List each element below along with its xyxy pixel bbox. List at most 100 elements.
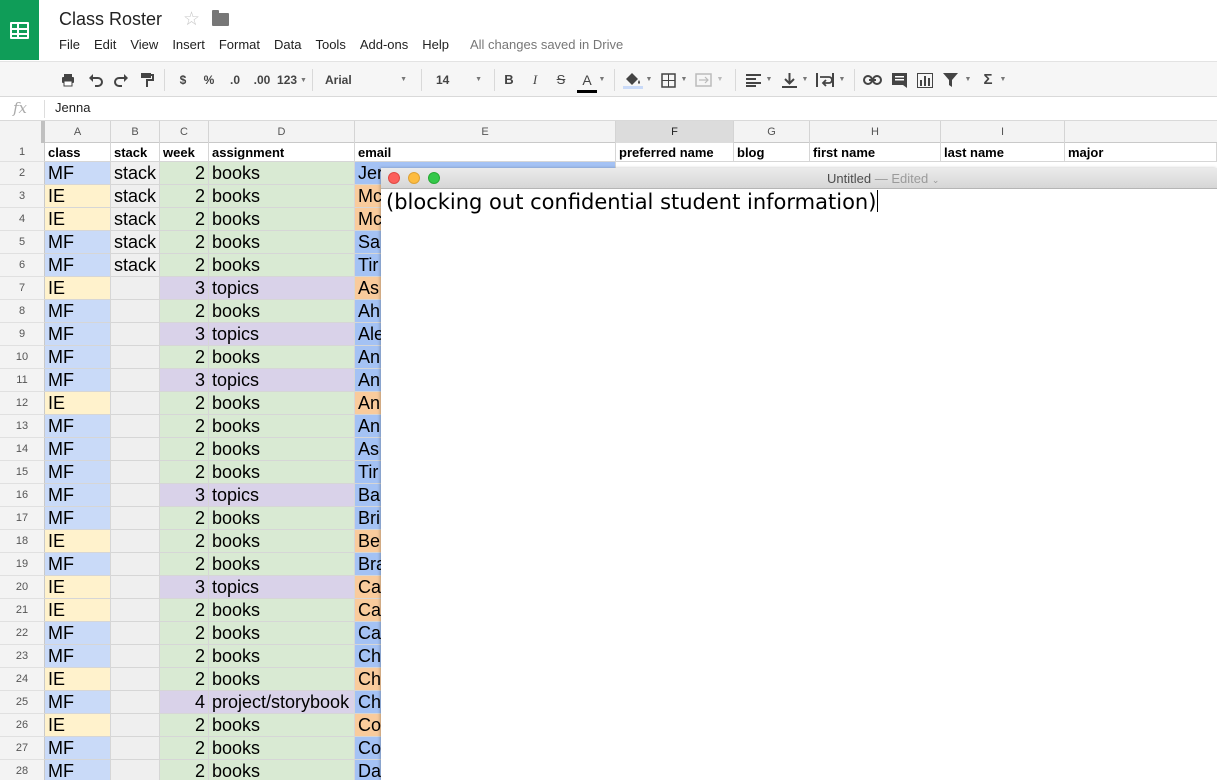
cell-assignment[interactable]: books xyxy=(209,392,355,415)
cell-class[interactable]: IE xyxy=(45,185,111,208)
row-header[interactable]: 6 xyxy=(0,254,45,277)
cell-stack[interactable] xyxy=(111,438,160,461)
row-header[interactable]: 28 xyxy=(0,760,45,780)
row-header[interactable]: 24 xyxy=(0,668,45,691)
header-cell[interactable]: week xyxy=(160,143,209,162)
cell-assignment[interactable]: books xyxy=(209,530,355,553)
cell-week[interactable]: 2 xyxy=(160,162,209,185)
textedit-titlebar[interactable]: Untitled — Edited ⌄ xyxy=(381,168,1217,189)
column-header-e[interactable]: E xyxy=(355,121,616,143)
chevron-down-icon[interactable]: ▼ xyxy=(765,70,773,90)
cell-class[interactable]: MF xyxy=(45,760,111,780)
menu-insert[interactable]: Insert xyxy=(165,37,212,52)
cell-class[interactable]: MF xyxy=(45,691,111,714)
document-title[interactable]: Class Roster xyxy=(59,9,162,30)
cell-assignment[interactable]: books xyxy=(209,553,355,576)
cell-assignment[interactable]: books xyxy=(209,599,355,622)
cell-assignment[interactable]: books xyxy=(209,668,355,691)
column-header-b[interactable]: B xyxy=(111,121,160,143)
cell-stack[interactable] xyxy=(111,300,160,323)
row-header[interactable]: 7 xyxy=(0,277,45,300)
cell-class[interactable]: MF xyxy=(45,484,111,507)
cell-assignment[interactable]: topics xyxy=(209,484,355,507)
cell-class[interactable]: MF xyxy=(45,254,111,277)
functions-button[interactable]: Σ xyxy=(980,70,996,90)
select-all-corner[interactable] xyxy=(0,121,45,143)
cell-assignment[interactable]: topics xyxy=(209,576,355,599)
cell-stack[interactable] xyxy=(111,622,160,645)
row-header[interactable]: 22 xyxy=(0,622,45,645)
insert-chart-icon[interactable] xyxy=(917,73,933,88)
cell-stack[interactable] xyxy=(111,668,160,691)
filter-icon[interactable] xyxy=(943,73,958,87)
cell-week[interactable]: 3 xyxy=(160,369,209,392)
header-cell[interactable]: blog xyxy=(734,143,810,162)
textedit-document[interactable]: (blocking out confidential student infor… xyxy=(386,190,879,214)
cell-week[interactable]: 2 xyxy=(160,461,209,484)
zoom-window-button[interactable] xyxy=(428,172,440,184)
chevron-down-icon[interactable]: ▼ xyxy=(999,70,1007,90)
cell-class[interactable]: MF xyxy=(45,622,111,645)
cell-stack[interactable] xyxy=(111,530,160,553)
cell-week[interactable]: 3 xyxy=(160,323,209,346)
cell-week[interactable]: 2 xyxy=(160,668,209,691)
borders-icon[interactable] xyxy=(661,73,676,88)
font-family-select[interactable]: Arial ▼ xyxy=(319,70,413,90)
cell-class[interactable]: IE xyxy=(45,392,111,415)
menu-data[interactable]: Data xyxy=(267,37,308,52)
chevron-down-icon[interactable]: ▼ xyxy=(680,70,688,90)
cell-stack[interactable] xyxy=(111,645,160,668)
chevron-down-icon[interactable]: ▼ xyxy=(716,70,724,90)
cell-assignment[interactable]: books xyxy=(209,162,355,185)
cell-assignment[interactable]: books xyxy=(209,254,355,277)
cell-class[interactable]: IE xyxy=(45,277,111,300)
chevron-down-icon[interactable]: ⌄ xyxy=(932,175,940,185)
cell-class[interactable]: IE xyxy=(45,668,111,691)
row-header[interactable]: 2 xyxy=(0,162,45,185)
cell-class[interactable]: IE xyxy=(45,576,111,599)
cell-assignment[interactable]: books xyxy=(209,415,355,438)
row-header[interactable]: 1 xyxy=(0,143,45,162)
cell-week[interactable]: 2 xyxy=(160,231,209,254)
cell-class[interactable]: MF xyxy=(45,438,111,461)
row-header[interactable]: 12 xyxy=(0,392,45,415)
cell-week[interactable]: 3 xyxy=(160,277,209,300)
more-formats-dropdown[interactable]: 123 ▼ xyxy=(277,70,307,90)
star-icon[interactable]: ☆ xyxy=(183,8,200,31)
column-header-i[interactable]: I xyxy=(941,121,1065,143)
cell-class[interactable]: MF xyxy=(45,507,111,530)
row-header[interactable]: 19 xyxy=(0,553,45,576)
menu-addons[interactable]: Add-ons xyxy=(353,37,415,52)
cell-stack[interactable]: stack xyxy=(111,208,160,231)
column-header-d[interactable]: D xyxy=(209,121,355,143)
cell-week[interactable]: 2 xyxy=(160,185,209,208)
cell-stack[interactable] xyxy=(111,507,160,530)
cell-class[interactable]: IE xyxy=(45,530,111,553)
close-window-button[interactable] xyxy=(388,172,400,184)
row-header[interactable]: 20 xyxy=(0,576,45,599)
cell-stack[interactable] xyxy=(111,576,160,599)
header-cell[interactable]: stack xyxy=(111,143,160,162)
row-header[interactable]: 25 xyxy=(0,691,45,714)
cell-class[interactable]: MF xyxy=(45,415,111,438)
cell-assignment[interactable]: topics xyxy=(209,323,355,346)
cell-stack[interactable] xyxy=(111,415,160,438)
cell-assignment[interactable]: books xyxy=(209,760,355,780)
column-header-f[interactable]: F xyxy=(616,121,734,143)
cell-stack[interactable]: stack xyxy=(111,185,160,208)
chevron-down-icon[interactable]: ▼ xyxy=(801,70,809,90)
row-header[interactable]: 13 xyxy=(0,415,45,438)
bold-button[interactable]: B xyxy=(502,70,516,90)
cell-week[interactable]: 3 xyxy=(160,484,209,507)
chevron-down-icon[interactable]: ▼ xyxy=(838,70,846,90)
font-size-select[interactable]: 14 ▼ xyxy=(430,70,488,90)
cell-stack[interactable] xyxy=(111,346,160,369)
row-header[interactable]: 27 xyxy=(0,737,45,760)
cell-class[interactable]: IE xyxy=(45,714,111,737)
cell-stack[interactable] xyxy=(111,599,160,622)
minimize-window-button[interactable] xyxy=(408,172,420,184)
vertical-align-icon[interactable] xyxy=(782,72,797,88)
sheets-logo-icon[interactable] xyxy=(0,0,39,60)
cell-stack[interactable] xyxy=(111,737,160,760)
cell-stack[interactable] xyxy=(111,392,160,415)
